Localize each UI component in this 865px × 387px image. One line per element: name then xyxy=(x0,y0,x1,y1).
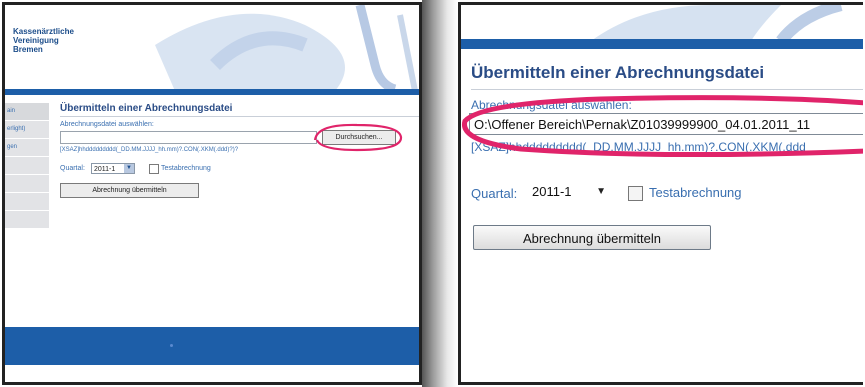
header-bar xyxy=(5,89,419,95)
footer-bar xyxy=(5,327,419,365)
upload-form: Übermitteln einer Abrechnungsdatei Abrec… xyxy=(60,103,419,198)
zoomed-test-checkbox[interactable] xyxy=(628,186,643,201)
organization-name: Kassenärztliche Vereinigung Bremen xyxy=(13,27,74,54)
zoomed-view: Übermitteln einer Abrechnungsdatei Abrec… xyxy=(458,2,863,385)
panel-shadow xyxy=(422,0,458,387)
zoomed-header-graphic xyxy=(591,5,843,41)
sidebar-item-1[interactable]: ain xyxy=(5,103,49,121)
highlight-ellipse xyxy=(462,95,863,158)
quartal-select[interactable]: 2011-1 ▼ xyxy=(91,163,135,174)
zoomed-header-banner xyxy=(461,5,863,41)
sidebar-item-4[interactable] xyxy=(5,157,49,175)
submit-button[interactable]: Abrechnung übermitteln xyxy=(60,183,199,198)
dropdown-arrow-icon[interactable]: ▼ xyxy=(596,181,606,203)
quartal-label: Quartal: xyxy=(60,165,85,172)
file-input[interactable] xyxy=(60,131,317,144)
quartal-row: Quartal: 2011-1 ▼ Testabrechnung xyxy=(60,163,419,176)
title-divider xyxy=(471,89,863,90)
header-banner: Kassenärztliche Vereinigung Bremen xyxy=(5,5,419,91)
zoomed-header-bar xyxy=(461,39,863,49)
sidebar-item-7[interactable] xyxy=(5,211,49,229)
zoomed-submit-button[interactable]: Abrechnung übermitteln xyxy=(473,225,711,250)
file-row: Durchsuchen... xyxy=(60,123,419,152)
zoomed-page-title: Übermitteln einer Abrechnungsdatei xyxy=(471,63,765,82)
test-label: Testabrechnung xyxy=(161,165,211,172)
footer-dot xyxy=(170,344,173,347)
sidebar-item-5[interactable] xyxy=(5,175,49,193)
sidebar-item-6[interactable] xyxy=(5,193,49,211)
test-checkbox[interactable] xyxy=(149,164,159,174)
chevron-down-icon[interactable]: ▼ xyxy=(124,164,134,173)
sidebar-item-3[interactable]: gen xyxy=(5,139,49,157)
page-title: Übermitteln einer Abrechnungsdatei xyxy=(60,103,419,117)
zoomed-test-label: Testabrechnung xyxy=(649,185,742,200)
zoomed-quartal-label: Quartal: xyxy=(471,186,518,201)
full-page-view: Kassenärztliche Vereinigung Bremen ain e… xyxy=(2,2,422,385)
sidebar-item-2[interactable]: erlight) xyxy=(5,121,49,139)
sidebar-nav: ain erlight) gen xyxy=(5,103,49,229)
highlight-circle xyxy=(313,123,403,152)
zoomed-quartal-select[interactable]: 2011-1 ▼ xyxy=(528,181,612,203)
quartal-value: 2011-1 xyxy=(94,166,116,173)
zoomed-quartal-value: 2011-1 xyxy=(532,184,572,199)
